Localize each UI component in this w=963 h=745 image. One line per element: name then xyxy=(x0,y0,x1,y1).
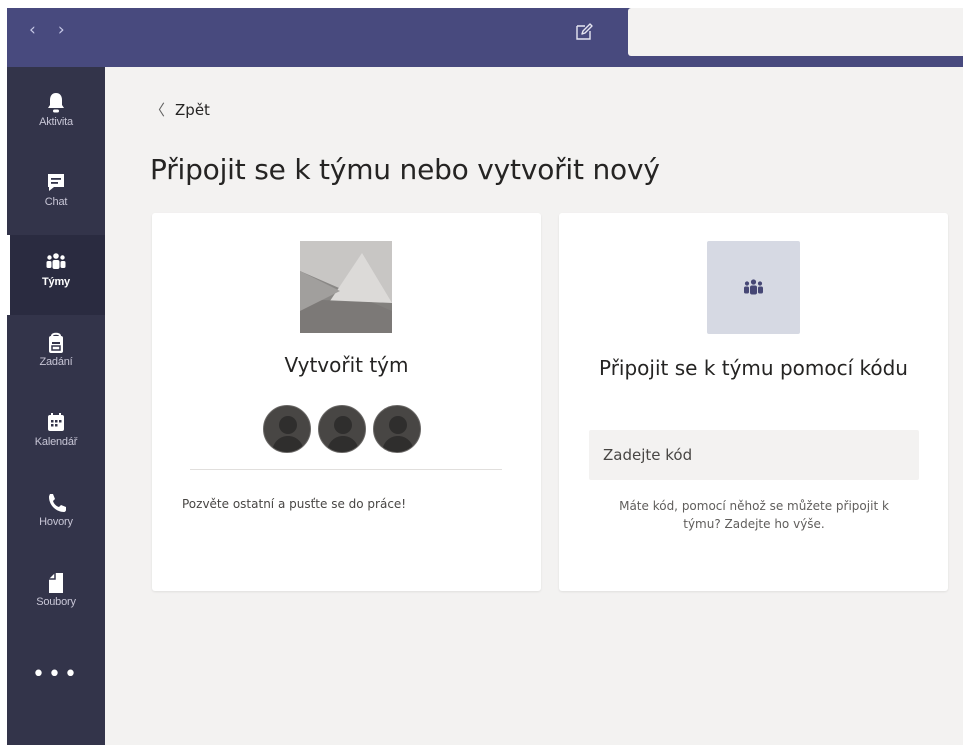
history-nav: ‹ › xyxy=(29,20,65,40)
calendar-icon xyxy=(48,413,64,431)
rail-label: Zadání xyxy=(39,356,73,368)
app-bar: Aktivita Chat Týmy Zadání Kalendář Hovor… xyxy=(7,67,105,745)
join-team-description: Máte kód, pomocí něhož se můžete připoji… xyxy=(619,499,889,531)
back-link[interactable]: 〈 Zpět xyxy=(150,99,210,120)
back-label: Zpět xyxy=(175,101,210,119)
back-arrow-icon[interactable]: ‹ xyxy=(29,20,36,40)
bell-icon xyxy=(48,93,64,113)
rail-item-chat[interactable]: Chat xyxy=(7,155,105,235)
rail-label: Soubory xyxy=(36,596,76,608)
main-content: 〈 Zpět Připojit se k týmu nebo vytvořit n… xyxy=(105,67,963,745)
create-team-card[interactable]: Vytvořit tým Pozvěte ostatní a pusťte se… xyxy=(152,213,541,591)
forward-arrow-icon[interactable]: › xyxy=(58,20,65,40)
page-title: Připojit se k týmu nebo vytvořit nový xyxy=(150,153,660,186)
rail-item-tymy[interactable]: Týmy xyxy=(7,235,105,315)
join-team-card: Připojit se k týmu pomocí kódu Máte kód,… xyxy=(559,213,948,591)
search-input[interactable] xyxy=(628,8,963,56)
teams-icon xyxy=(744,279,763,295)
join-team-title: Připojit se k týmu pomocí kódu xyxy=(599,356,908,380)
avatar xyxy=(373,405,421,453)
avatar xyxy=(318,405,366,453)
join-team-illustration xyxy=(707,241,800,334)
create-team-description: Pozvěte ostatní a pusťte se do práce! xyxy=(182,497,407,511)
create-team-title: Vytvořit tým xyxy=(284,353,409,377)
rail-label: Aktivita xyxy=(39,116,73,128)
file-icon xyxy=(49,573,63,593)
rail-item-soubory[interactable]: Soubory xyxy=(7,555,105,635)
rail-label: Kalendář xyxy=(34,436,78,448)
create-team-illustration xyxy=(300,241,392,333)
rail-label: Chat xyxy=(44,196,68,208)
rail-item-hovory[interactable]: Hovory xyxy=(7,475,105,555)
phone-icon xyxy=(49,494,66,512)
chevron-left-icon: 〈 xyxy=(150,101,166,119)
title-bar: ‹ › xyxy=(7,8,963,67)
divider xyxy=(190,469,502,470)
rail-item-kalendar[interactable]: Kalendář xyxy=(7,395,105,475)
assignments-icon xyxy=(49,332,63,353)
more-apps-icon[interactable]: ••• xyxy=(7,664,105,686)
chat-icon xyxy=(48,174,64,191)
rail-item-aktivita[interactable]: Aktivita xyxy=(7,75,105,155)
avatar-group xyxy=(263,405,423,453)
rail-label: Hovory xyxy=(39,516,73,528)
teams-icon xyxy=(46,253,66,269)
rail-item-zadani[interactable]: Zadání xyxy=(7,315,105,395)
team-code-input[interactable] xyxy=(589,430,919,480)
rail-label: Týmy xyxy=(42,276,70,288)
avatar xyxy=(263,405,311,453)
compose-icon[interactable] xyxy=(574,22,594,42)
